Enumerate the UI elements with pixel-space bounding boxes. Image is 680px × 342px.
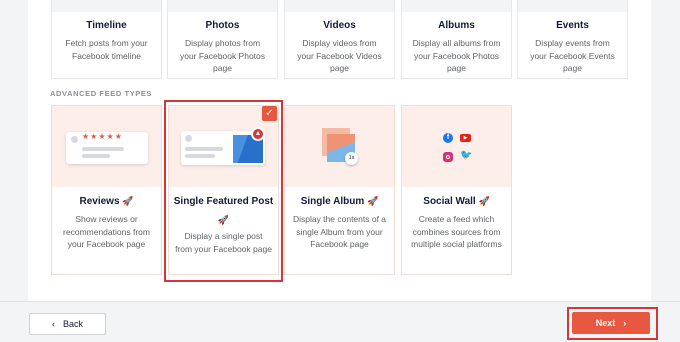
feed-card-photos[interactable]: Photos Display photos from your Facebook…: [167, 0, 278, 79]
chevron-right-icon: ›: [623, 318, 627, 328]
card-title: Social Wall 🚀: [423, 196, 490, 207]
card-thumbnail: [285, 0, 394, 12]
feed-card-videos[interactable]: Videos Display videos from your Facebook…: [284, 0, 395, 79]
back-button[interactable]: ‹ Back: [29, 313, 106, 335]
card-title: Timeline: [86, 20, 127, 31]
text-placeholder: [82, 147, 124, 151]
twitter-icon: 🐦: [460, 150, 473, 161]
feed-card-social-wall[interactable]: f ▶ 🐦 Social Wall 🚀 Create a feed which …: [401, 105, 512, 275]
card-title: Single Album 🚀: [300, 196, 379, 207]
card-thumbnail: [518, 0, 627, 12]
rocket-icon: 🚀: [367, 196, 379, 206]
instagram-icon: [443, 152, 453, 162]
card-title: Albums: [438, 20, 475, 31]
card-description: Display events from your Facebook Events…: [530, 38, 615, 73]
chevron-left-icon: ‹: [51, 319, 55, 329]
next-button-label: Next: [595, 318, 616, 328]
section-label: ADVANCED FEED TYPES: [50, 89, 153, 98]
card-description: Display videos from your Facebook Videos…: [297, 38, 382, 73]
card-description: Fetch posts from your Facebook timeline: [65, 38, 148, 61]
card-title: Events: [556, 20, 589, 31]
rocket-icon: 🚀: [478, 196, 490, 206]
card-title: Videos: [323, 20, 356, 31]
card-description: Show reviews or recommendations from you…: [63, 214, 150, 249]
back-button-label: Back: [62, 319, 83, 329]
text-placeholder: [82, 154, 110, 158]
album-illustration: 1x: [285, 106, 394, 187]
social-wall-illustration: f ▶ 🐦: [402, 106, 511, 187]
card-description: Create a feed which combines sources fro…: [411, 214, 502, 249]
next-button[interactable]: Next ›: [572, 312, 650, 334]
feed-card-albums[interactable]: Albums Display all albums from your Face…: [401, 0, 512, 79]
youtube-icon: ▶: [460, 134, 471, 142]
reviews-illustration: ★★★★★: [52, 106, 161, 187]
card-thumbnail: [402, 0, 511, 12]
rocket-icon: 🚀: [122, 196, 134, 206]
feed-card-single-album[interactable]: 1x Single Album 🚀 Display the contents o…: [284, 105, 395, 275]
selected-outline: [164, 100, 283, 282]
card-thumbnail: [52, 0, 161, 12]
card-thumbnail: [168, 0, 277, 12]
avatar: [71, 136, 78, 143]
feed-card-reviews[interactable]: ★★★★★ Reviews 🚀 Show reviews or recommen…: [51, 105, 162, 275]
facebook-icon: f: [443, 133, 453, 143]
stars-icon: ★★★★★: [82, 132, 123, 141]
card-title: Photos: [205, 20, 240, 31]
card-title: Reviews 🚀: [79, 196, 134, 207]
card-description: Display photos from your Facebook Photos…: [179, 38, 266, 73]
feed-card-timeline[interactable]: Timeline Fetch posts from your Facebook …: [51, 0, 162, 79]
card-description: Display all albums from your Facebook Ph…: [412, 38, 501, 73]
feed-card-events[interactable]: Events Display events from your Facebook…: [517, 0, 628, 79]
card-description: Display the contents of a single Album f…: [292, 214, 387, 249]
count-badge: 1x: [345, 152, 358, 165]
check-icon: ✓: [262, 106, 277, 121]
